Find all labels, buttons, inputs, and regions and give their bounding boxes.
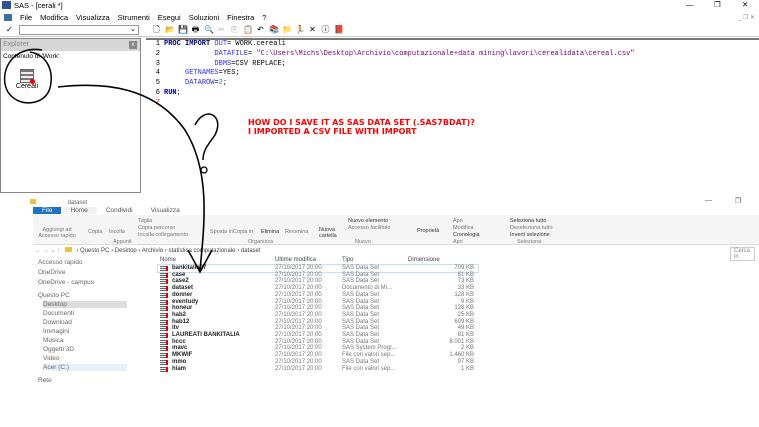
arrow-annotation <box>57 84 205 271</box>
question-mark-annotation <box>194 113 219 161</box>
circle-annotation <box>3 48 52 104</box>
hand-drawn-annotations <box>3 48 219 274</box>
question-dot-annotation <box>200 166 208 174</box>
